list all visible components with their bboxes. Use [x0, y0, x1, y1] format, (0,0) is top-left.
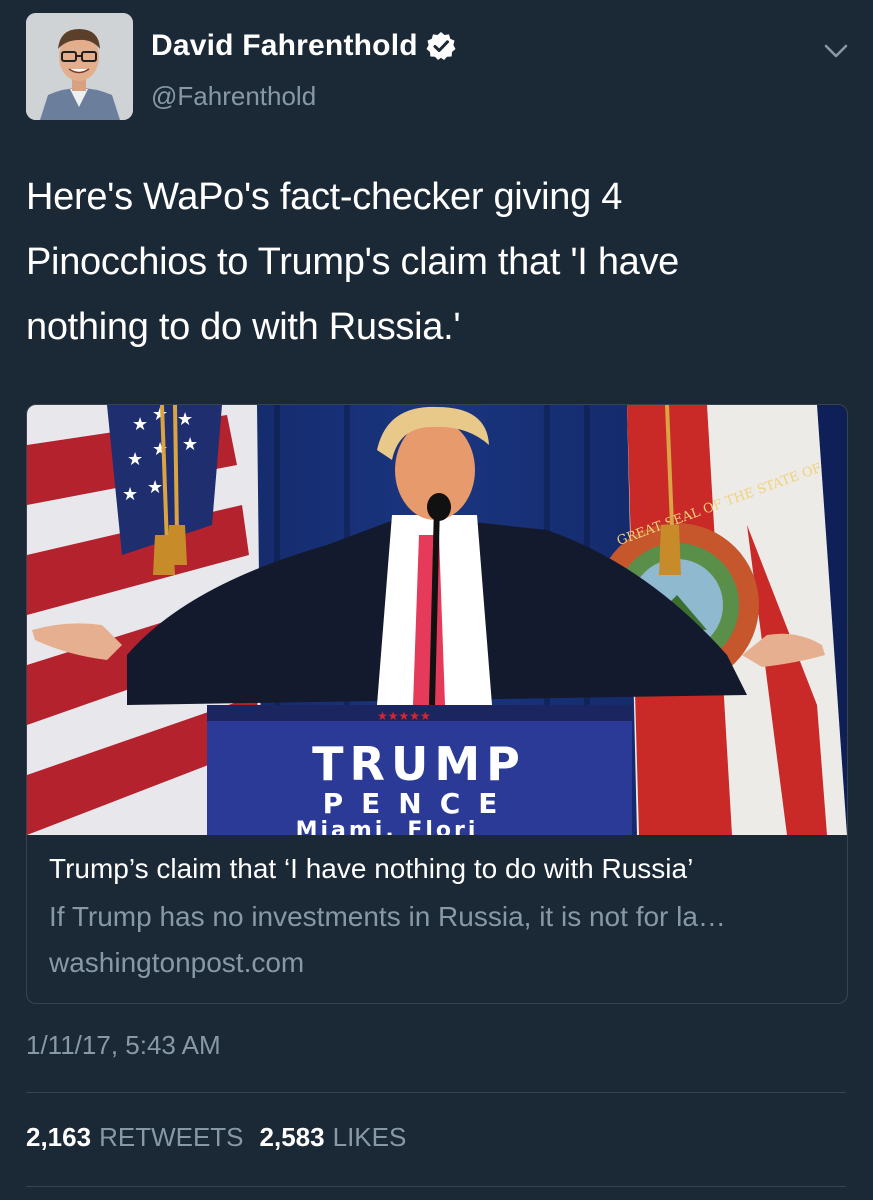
tweet-stats: 2,163 RETWEETS 2,583 LIKES	[26, 1122, 406, 1153]
lectern-line1: TRUMP	[312, 737, 526, 791]
avatar[interactable]	[26, 13, 133, 120]
author-name[interactable]: David Fahrenthold	[151, 29, 418, 63]
tweet-timestamp[interactable]: 1/11/17, 5:43 AM	[26, 1030, 221, 1061]
likes-label: LIKES	[332, 1122, 407, 1152]
svg-text:★: ★	[182, 434, 198, 455]
lectern: ★★★★★ TRUMP PENCE Miami, Flori	[207, 705, 632, 835]
svg-text:★: ★	[127, 449, 143, 470]
tweet-text: Here's WaPo's fact-checker giving 4 Pino…	[26, 176, 680, 348]
svg-text:★: ★	[147, 477, 163, 498]
card-title[interactable]: Trump’s claim that ‘I have nothing to do…	[49, 853, 693, 885]
divider	[26, 1092, 846, 1093]
card-image: ★ ★ ★ ★ ★ ★ ★ ★ GREAT SEAL OF THE STATE OF	[27, 405, 847, 835]
divider	[26, 1186, 846, 1187]
likes-stat[interactable]: 2,583 LIKES	[260, 1122, 407, 1153]
tweet-header: David Fahrenthold @Fahrenthold	[26, 13, 856, 121]
retweets-count: 2,163	[26, 1122, 92, 1152]
svg-text:★: ★	[152, 405, 168, 425]
svg-text:★: ★	[132, 414, 148, 435]
link-card[interactable]: ★ ★ ★ ★ ★ ★ ★ ★ GREAT SEAL OF THE STATE OF	[26, 404, 848, 1004]
retweets-label: RETWEETS	[99, 1122, 244, 1152]
lectern-line2: PENCE	[323, 787, 516, 820]
lectern-line3: Miami, Flori	[296, 818, 479, 835]
author-handle[interactable]: @Fahrenthold	[151, 81, 316, 112]
chevron-down-icon[interactable]	[822, 37, 850, 65]
retweets-stat[interactable]: 2,163 RETWEETS	[26, 1122, 244, 1153]
verified-badge-icon	[426, 31, 456, 61]
card-domain: washingtonpost.com	[49, 947, 305, 978]
author-name-row: David Fahrenthold	[151, 29, 456, 63]
svg-text:★: ★	[177, 409, 193, 430]
likes-count: 2,583	[259, 1122, 325, 1152]
svg-text:★★★★★: ★★★★★	[377, 709, 431, 723]
card-description: If Trump has no investments in Russia, i…	[49, 901, 726, 932]
avatar-photo	[26, 13, 133, 120]
svg-text:★: ★	[122, 484, 138, 505]
